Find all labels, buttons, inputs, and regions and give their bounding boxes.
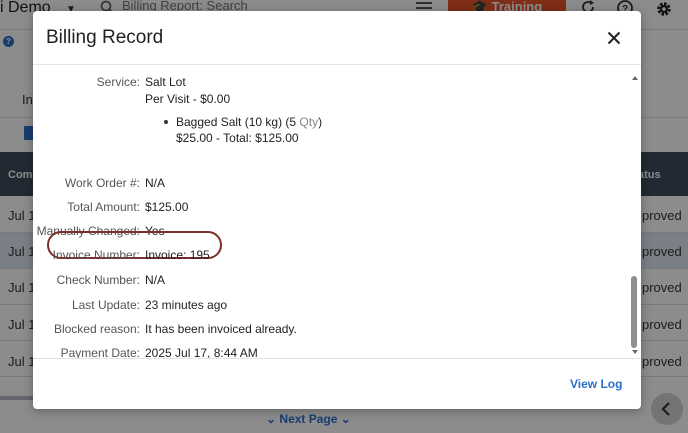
blocked-reason-label: Blocked reason: bbox=[53, 322, 140, 336]
total-amount-label: Total Amount: bbox=[67, 200, 140, 214]
bullet bbox=[164, 120, 168, 124]
qty-unit: Qty bbox=[299, 115, 319, 129]
last-update-label: Last Update: bbox=[71, 298, 140, 312]
invoice-number-label: Invoice Number: bbox=[52, 248, 140, 262]
invoice-number-value: Invoice: 195 bbox=[145, 248, 210, 262]
payment-date-label: Payment Date: bbox=[60, 346, 140, 358]
dialog-body: Service: Salt Lot Per Visit - $0.00 Bagg… bbox=[33, 66, 641, 358]
service-price: Per Visit - $0.00 bbox=[145, 92, 231, 106]
dialog-header: Billing Record bbox=[33, 11, 641, 65]
vertical-scrollbar[interactable] bbox=[631, 76, 639, 358]
billing-record-dialog: Billing Record Service: Salt Lot Per Vis… bbox=[33, 11, 641, 409]
close-button[interactable] bbox=[606, 30, 622, 46]
dialog-title: Billing Record bbox=[46, 27, 164, 48]
blocked-reason-value: It has been invoiced already. bbox=[145, 322, 297, 336]
service-value: Salt Lot bbox=[145, 75, 186, 89]
close-icon bbox=[607, 31, 621, 45]
line-item-total: $25.00 - Total: $125.00 bbox=[176, 131, 299, 145]
total-amount-value: $125.00 bbox=[145, 200, 189, 214]
last-update-value: 23 minutes ago bbox=[145, 298, 228, 312]
work-order-value: N/A bbox=[145, 176, 166, 190]
work-order-label: Work Order #: bbox=[64, 176, 140, 190]
service-label: Service: bbox=[96, 75, 140, 89]
dialog-footer: View Log bbox=[33, 358, 641, 409]
view-log-button[interactable]: View Log bbox=[570, 377, 622, 391]
check-number-label: Check Number: bbox=[56, 273, 140, 287]
scroll-down-arrow-icon[interactable] bbox=[632, 350, 638, 354]
scrollbar-thumb[interactable] bbox=[631, 276, 637, 348]
line-item-name: Bagged Salt (10 kg) (5 Qty) bbox=[176, 115, 323, 129]
payment-date-value: 2025 Jul 17, 8:44 AM bbox=[145, 346, 258, 358]
scroll-up-arrow-icon[interactable] bbox=[632, 76, 638, 80]
check-number-value: N/A bbox=[145, 273, 166, 287]
